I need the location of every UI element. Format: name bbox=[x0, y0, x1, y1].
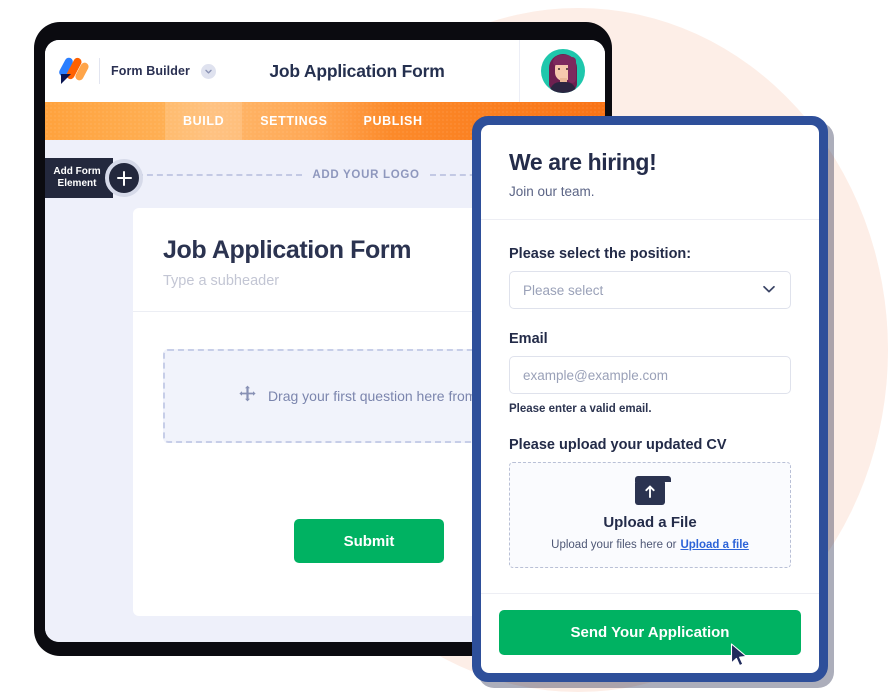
brand-name: Form Builder bbox=[111, 64, 190, 78]
folder-upload-icon bbox=[635, 476, 671, 505]
add-form-element-tooltip: Add Form Element bbox=[45, 158, 113, 198]
position-select[interactable]: Please select bbox=[509, 271, 791, 309]
position-label: Please select the position: bbox=[509, 246, 692, 262]
position-select-value: Please select bbox=[523, 282, 604, 298]
upload-hint-text: Upload your files here or bbox=[551, 539, 677, 551]
form-preview: We are hiring! Join our team. Please sel… bbox=[481, 125, 819, 673]
avatar[interactable] bbox=[540, 49, 585, 93]
tabbar-spacer bbox=[45, 102, 165, 140]
email-placeholder: example@example.com bbox=[523, 367, 669, 383]
avatar-cell[interactable] bbox=[519, 40, 605, 102]
jotform-logo-icon bbox=[57, 55, 90, 86]
add-your-logo-label: ADD YOUR LOGO bbox=[312, 169, 420, 181]
tab-publish[interactable]: PUBLISH bbox=[346, 102, 441, 140]
plus-icon[interactable] bbox=[105, 159, 143, 197]
field-group-cv: Please upload your updated CV Upload a F… bbox=[509, 437, 791, 568]
preview-header: We are hiring! Join our team. bbox=[481, 125, 819, 220]
add-form-element-label-line1: Add Form bbox=[53, 166, 101, 177]
send-application-button[interactable]: Send Your Application bbox=[499, 610, 801, 655]
preview-body: Please select the position: Please selec… bbox=[481, 220, 819, 593]
email-label: Email bbox=[509, 331, 548, 347]
brand-divider bbox=[99, 58, 100, 84]
preview-footer: Send Your Application bbox=[481, 593, 819, 673]
builder-topbar: Form Builder Job Application Form bbox=[45, 40, 605, 102]
upload-file-link[interactable]: Upload a file bbox=[680, 539, 748, 551]
preview-title: We are hiring! bbox=[509, 149, 657, 175]
submit-button[interactable]: Submit bbox=[294, 519, 444, 563]
form-preview-frame: We are hiring! Join our team. Please sel… bbox=[472, 116, 828, 682]
email-error-message: Please enter a valid email. bbox=[509, 403, 652, 415]
upload-title: Upload a File bbox=[603, 514, 697, 531]
email-field[interactable]: example@example.com bbox=[509, 356, 791, 394]
preview-subtitle: Join our team. bbox=[509, 184, 595, 199]
tab-settings[interactable]: SETTINGS bbox=[242, 102, 345, 140]
upload-hint: Upload your files here or Upload a file bbox=[520, 539, 780, 551]
add-form-element-label-line2: Element bbox=[57, 178, 97, 189]
field-group-position: Please select the position: Please selec… bbox=[509, 246, 791, 309]
add-form-element[interactable]: Add Form Element bbox=[45, 158, 143, 198]
cv-label: Please upload your updated CV bbox=[509, 437, 727, 453]
screenshot-root: Form Builder Job Application Form BUILD … bbox=[0, 0, 889, 700]
page-title: Job Application Form bbox=[269, 60, 445, 81]
dash-line-left bbox=[137, 174, 303, 176]
move-arrows-icon bbox=[239, 385, 256, 407]
field-group-email: Email example@example.com Please enter a… bbox=[509, 331, 791, 415]
chevron-down-icon bbox=[761, 281, 777, 300]
file-upload-dropzone[interactable]: Upload a File Upload your files here or U… bbox=[509, 462, 791, 568]
tab-build[interactable]: BUILD bbox=[165, 102, 243, 140]
drop-zone-label: Drag your first question here from left bbox=[267, 388, 500, 404]
